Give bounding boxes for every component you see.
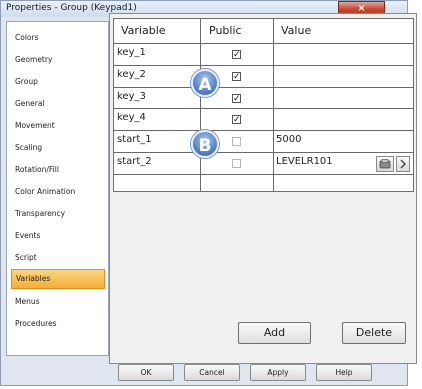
cancel-button[interactable]: Cancel [184,364,240,381]
add-button[interactable]: Add [238,322,311,344]
column-header-public[interactable]: Public [201,19,273,43]
properties-window: Properties - Group (Keypad1) × Colors Ge… [0,0,417,386]
variable-name-cell[interactable]: key_1 [117,47,146,58]
variable-name-cell[interactable]: key_2 [117,69,146,80]
sidebar-item-script[interactable]: Script [11,248,105,268]
dialog-button-bar: OK Cancel Apply Help [108,361,408,386]
variable-name-cell[interactable]: key_3 [117,91,146,102]
callout-marker-b: B [191,130,219,158]
browse-tag-button[interactable] [376,156,394,172]
public-checkbox[interactable]: ✓ [232,94,241,104]
sidebar-item-color-animation[interactable]: Color Animation [11,182,105,202]
column-header-value[interactable]: Value [274,19,413,43]
value-cell[interactable]: LEVELR101 [276,156,333,167]
chevron-right-icon [400,159,406,169]
sidebar-item-events[interactable]: Events [11,226,105,246]
sidebar-item-group[interactable]: Group [11,72,105,92]
category-sidebar: Colors Geometry Group General Movement S… [6,21,109,356]
sidebar-item-movement[interactable]: Movement [11,116,105,136]
apply-button[interactable]: Apply [250,364,306,381]
window-title: Properties - Group (Keypad1) [6,3,137,13]
public-checkbox[interactable]: ✓ [232,72,241,82]
variables-panel: Variable Public Value key_1 ✓ key_2 ✓ ke… [109,13,417,364]
help-button[interactable]: Help [316,364,372,381]
callout-marker-a: A [191,69,219,97]
sidebar-item-colors[interactable]: Colors [11,28,105,48]
tag-icon [379,159,391,169]
public-checkbox[interactable] [232,159,241,168]
public-checkbox[interactable]: ✓ [232,50,241,60]
variables-table: Variable Public Value key_1 ✓ key_2 ✓ ke… [113,18,414,192]
variable-name-cell[interactable]: key_4 [117,112,146,123]
sidebar-item-rotation-fill[interactable]: Rotation/Fill [11,160,105,180]
variable-name-cell[interactable]: start_1 [117,134,152,145]
more-button[interactable] [396,156,410,172]
variable-name-cell[interactable]: start_2 [117,156,152,167]
delete-button[interactable]: Delete [342,322,406,344]
sidebar-item-procedures[interactable]: Procedures [11,314,105,334]
sidebar-item-scaling[interactable]: Scaling [11,138,105,158]
sidebar-item-general[interactable]: General [11,94,105,114]
public-checkbox[interactable]: ✓ [232,115,241,125]
sidebar-item-menus[interactable]: Menus [11,292,105,312]
value-cell[interactable]: 5000 [276,134,301,145]
public-checkbox[interactable] [232,137,241,146]
sidebar-item-transparency[interactable]: Transparency [11,204,105,224]
sidebar-item-geometry[interactable]: Geometry [11,50,105,70]
sidebar-item-variables[interactable]: Variables [11,269,105,289]
column-header-variable[interactable]: Variable [114,19,200,43]
ok-button[interactable]: OK [118,364,174,381]
